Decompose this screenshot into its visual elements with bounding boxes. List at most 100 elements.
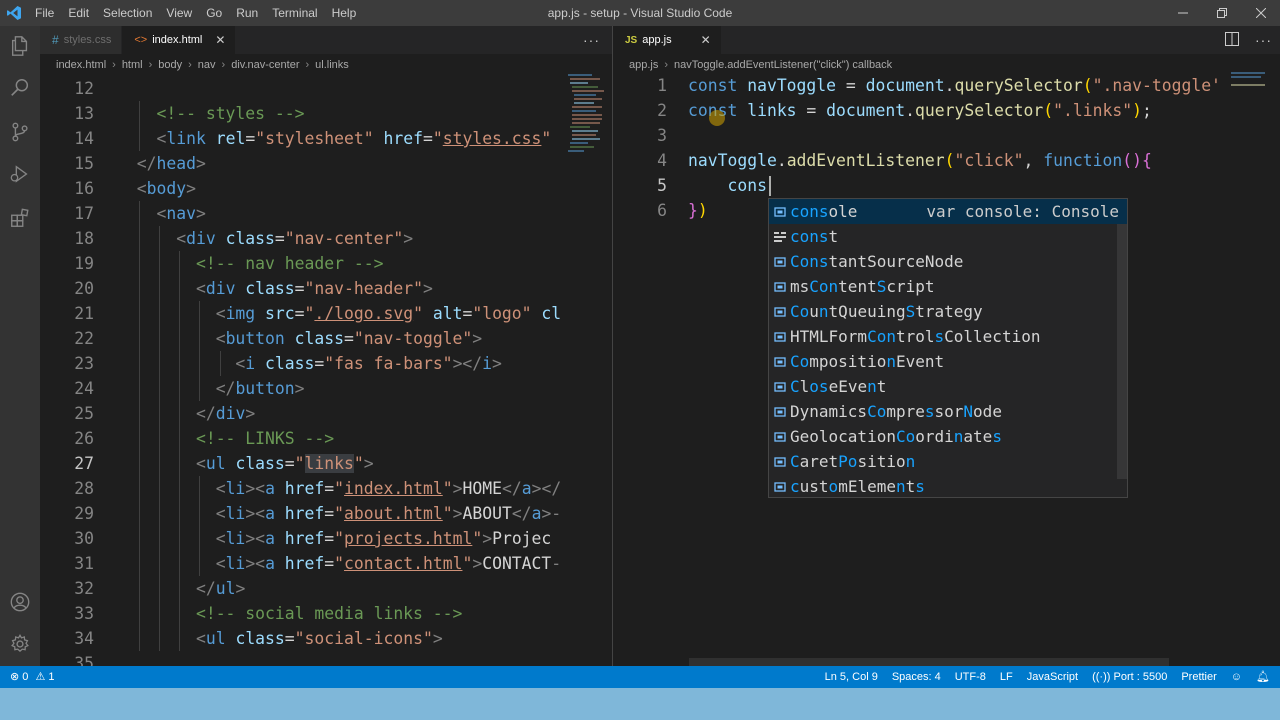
code-token: navToggle	[688, 151, 777, 170]
source-control-icon[interactable]	[0, 112, 40, 152]
suggestion-item[interactable]: HTMLFormControlsCollection	[769, 324, 1127, 349]
indent-guide	[179, 601, 181, 626]
close-window-icon[interactable]	[1242, 0, 1280, 26]
line-number: 2	[657, 101, 667, 120]
explorer-icon[interactable]	[0, 26, 40, 66]
settings-gear-icon[interactable]	[0, 624, 40, 664]
match-highlight: n	[886, 352, 896, 371]
code-token: }	[688, 201, 698, 220]
breadcrumb-item[interactable]: ul.links	[315, 59, 349, 71]
suggestion-item[interactable]: CloseEvent	[769, 374, 1127, 399]
suggestion-item[interactable]: console var console: Console	[769, 199, 1127, 224]
html-code-editor[interactable]: 12 13 <!-- styles --> 14 <link rel="styles…	[40, 76, 600, 666]
label-part: ate	[963, 427, 993, 446]
code-line: 34 <ul class="social-icons">	[40, 626, 600, 651]
breadcrumb-item[interactable]: nav	[198, 59, 216, 71]
suggestion-item[interactable]: CountQueuingStrategy	[769, 299, 1127, 324]
menu-item-file[interactable]: File	[28, 0, 61, 26]
tab-styles-css[interactable]: # styles.css	[40, 26, 123, 54]
code-token: <	[235, 354, 246, 373]
horizontal-scrollbar[interactable]	[689, 658, 1169, 666]
minimap[interactable]	[568, 74, 608, 194]
indent-guide	[159, 376, 161, 401]
variable-icon	[774, 256, 786, 268]
indent-guide	[199, 326, 201, 351]
account-icon[interactable]	[0, 582, 40, 622]
code-token: navToggle	[737, 76, 837, 95]
menu-item-selection[interactable]: Selection	[96, 0, 159, 26]
feedback-icon[interactable]: ☺	[1224, 666, 1249, 688]
code-text: </ul>	[117, 576, 245, 601]
code-token: a	[265, 529, 275, 548]
breadcrumb-item[interactable]: app.js	[629, 59, 658, 71]
tab-index-html[interactable]: <> index.html ✕	[122, 26, 237, 54]
menu-item-edit[interactable]: Edit	[61, 0, 96, 26]
suggestion-item[interactable]: ConstantSourceNode	[769, 249, 1127, 274]
suggestion-item[interactable]: customElements	[769, 474, 1127, 499]
file-encoding[interactable]: UTF-8	[948, 666, 993, 688]
suggestion-item[interactable]: CaretPosition	[769, 449, 1127, 474]
match-highlight: Po	[838, 452, 858, 471]
extensions-icon[interactable]	[0, 198, 40, 238]
breadcrumb-item[interactable]: html	[122, 59, 143, 71]
code-token: (	[1082, 76, 1093, 95]
code-token: "	[462, 554, 473, 573]
menu-item-run[interactable]: Run	[229, 0, 265, 26]
menu-item-go[interactable]: Go	[199, 0, 229, 26]
minimap[interactable]	[1231, 72, 1271, 192]
code-token: ul	[205, 454, 226, 473]
chevron-right-icon: ›	[188, 59, 192, 71]
suggestion-item[interactable]: DynamicsCompressorNode	[769, 399, 1127, 424]
restore-icon[interactable]	[1203, 0, 1241, 26]
code-token: class	[225, 454, 285, 473]
notifications-bell-icon[interactable]: 🔔︎	[1249, 666, 1280, 688]
code-text: <link rel="stylesheet" href="styles.css"	[117, 126, 551, 151]
tab-app-js[interactable]: JS app.js ✕	[613, 26, 722, 54]
code-token: <!-- nav header -->	[195, 254, 384, 273]
menu-item-view[interactable]: View	[159, 0, 199, 26]
code-text: <ul class="links">	[117, 451, 374, 476]
match-highlight: cons	[790, 227, 829, 246]
prettier-status[interactable]: Prettier	[1174, 666, 1223, 688]
breadcrumb-item[interactable]: navToggle.addEventListener("click") call…	[674, 59, 892, 71]
label-part: ole	[828, 202, 858, 221]
code-token: =	[245, 129, 256, 148]
breadcrumb-item[interactable]: div.nav-center	[231, 59, 299, 71]
code-token: =	[314, 354, 325, 373]
indentation[interactable]: Spaces: 4	[885, 666, 948, 688]
close-tab-icon[interactable]: ✕	[215, 33, 225, 47]
menu-item-terminal[interactable]: Terminal	[265, 0, 324, 26]
code-token: <!-- styles -->	[156, 104, 305, 123]
breadcrumb-item[interactable]: index.html	[56, 59, 106, 71]
problems-indicator[interactable]: ⊗ 0 ⚠ 1	[0, 666, 62, 688]
code-token: alt	[422, 304, 463, 323]
match-highlight: Co	[790, 352, 810, 371]
search-icon[interactable]	[0, 68, 40, 108]
code-line: 3	[613, 123, 1223, 148]
language-mode[interactable]: JavaScript	[1020, 666, 1085, 688]
close-tab-icon[interactable]: ✕	[701, 33, 711, 47]
suggestion-item[interactable]: CompositionEvent	[769, 349, 1127, 374]
breadcrumb: app.js › navToggle.addEventListener("click…	[613, 54, 892, 76]
code-token: "social-icons"	[294, 629, 433, 648]
end-of-line[interactable]: LF	[993, 666, 1020, 688]
split-editor-icon[interactable]	[1225, 32, 1239, 51]
suggestion-item[interactable]: GeolocationCoordinates	[769, 424, 1127, 449]
cursor-position[interactable]: Ln 5, Col 9	[818, 666, 885, 688]
minimize-icon[interactable]	[1164, 0, 1202, 26]
code-token: {	[1141, 151, 1152, 170]
run-debug-icon[interactable]	[0, 154, 40, 194]
match-highlight: n	[867, 377, 877, 396]
code-token: href	[274, 479, 325, 498]
code-token: =	[422, 129, 433, 148]
live-server-port[interactable]: ((·)) Port : 5500	[1085, 666, 1174, 688]
suggestion-item[interactable]: const	[769, 224, 1127, 249]
left-tab-bar: # styles.css <> index.html ✕ ···	[40, 26, 612, 54]
indent-guide	[179, 501, 181, 526]
suggestion-item[interactable]: msContentScript	[769, 274, 1127, 299]
more-actions-icon[interactable]: ···	[583, 32, 600, 48]
menu-item-help[interactable]: Help	[325, 0, 364, 26]
more-actions-icon[interactable]: ···	[1255, 32, 1272, 48]
breadcrumb-item[interactable]: body	[158, 59, 182, 71]
suggestion-label: GeolocationCoordinates	[790, 424, 1002, 449]
